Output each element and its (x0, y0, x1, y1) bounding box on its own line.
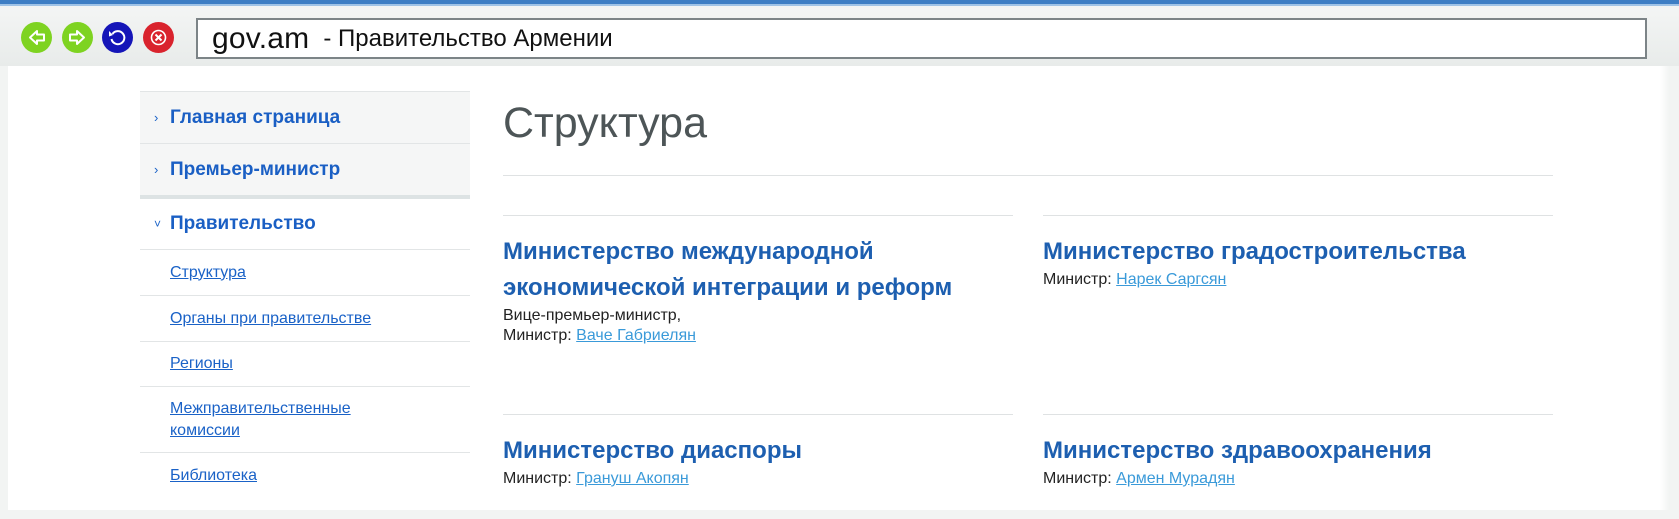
close-icon (150, 29, 167, 46)
minister-link[interactable]: Ваче Габриелян (576, 327, 696, 344)
page-title: Структура (503, 99, 707, 147)
ministry-title[interactable]: Министерство диаспоры (503, 433, 1013, 469)
ministry-minister: Министр: Грануш Акопян (503, 469, 1013, 489)
sidebar-item-prime-minister[interactable]: › Премьер-министр (140, 143, 470, 195)
reload-icon (109, 30, 126, 46)
sidebar-subitem-library: Библиотека (140, 452, 470, 498)
sidebar-sublink[interactable]: Структура (170, 262, 246, 284)
page-edge (1660, 66, 1670, 510)
ministry-card: Министерство здравоохранения Министр: Ар… (1043, 414, 1553, 489)
sidebar-sublink[interactable]: Регионы (170, 353, 233, 375)
minister-label: Министр: (503, 327, 572, 344)
chevron-right-icon: › (154, 162, 159, 177)
ministry-minister: Министр: Армен Мурадян (1043, 469, 1553, 489)
ministry-title[interactable]: Министерство международной экономической… (503, 234, 1013, 306)
title-divider (503, 175, 1553, 176)
chevron-down-icon: ˅ (154, 217, 162, 231)
page-viewport: › Главная страница › Премьер-министр ˅ П… (8, 66, 1670, 510)
browser-window: gov.am - Правительство Армении › Главная… (0, 0, 1679, 519)
minister-link[interactable]: Грануш Акопян (576, 470, 689, 487)
ministry-minister: Министр: Ваче Габриелян (503, 326, 1013, 346)
reload-button[interactable] (102, 22, 133, 53)
sidebar-subitem-bodies: Органы при правительстве (140, 295, 470, 341)
sidebar-item-government[interactable]: ˅ Правительство (140, 199, 470, 249)
main-content: Структура Министерство международной эко… (503, 91, 1553, 487)
sidebar-nav: › Главная страница › Премьер-министр ˅ П… (140, 91, 470, 498)
back-button[interactable] (21, 22, 52, 53)
sidebar-item-label: Главная страница (170, 106, 341, 128)
page-title-suffix: - Правительство Армении (323, 24, 613, 52)
address-bar[interactable]: gov.am - Правительство Армении (196, 18, 1647, 59)
sidebar-subitem-regions: Регионы (140, 341, 470, 386)
sidebar-subitem-structure: Структура (140, 249, 470, 295)
sidebar-subitem-commissions: Межправительственные комиссии (140, 386, 470, 452)
ministry-title[interactable]: Министерство здравоохранения (1043, 433, 1553, 469)
chevron-right-icon: › (154, 110, 159, 125)
minister-label: Министр: (1043, 470, 1112, 487)
ministry-minister: Министр: Нарек Саргсян (1043, 270, 1553, 290)
sidebar-sublink[interactable]: Органы при правительстве (170, 308, 371, 330)
stop-button[interactable] (143, 22, 174, 53)
forward-button[interactable] (62, 22, 93, 53)
sidebar-item-home[interactable]: › Главная страница (140, 91, 470, 143)
arrow-right-icon (69, 30, 85, 45)
address-domain: gov.am (212, 21, 310, 55)
ministry-card: Министерство градостроительства Министр:… (1043, 215, 1553, 290)
ministry-card: Министерство международной экономической… (503, 215, 1013, 346)
sidebar-menu-top: › Главная страница › Премьер-министр (140, 91, 470, 195)
minister-label: Министр: (1043, 271, 1112, 288)
browser-toolbar: gov.am - Правительство Армении (0, 8, 1679, 66)
sidebar-sublink[interactable]: Библиотека (170, 465, 257, 487)
ministry-role-prefix: Вице-премьер-министр, (503, 307, 682, 324)
minister-link[interactable]: Нарек Саргсян (1116, 271, 1226, 288)
sidebar-item-label: Правительство (170, 213, 316, 234)
ministry-title[interactable]: Министерство градостроительства (1043, 234, 1553, 270)
ministry-card: Министерство диаспоры Министр: Грануш Ак… (503, 414, 1013, 489)
sidebar-item-label: Премьер-министр (170, 158, 341, 180)
minister-link[interactable]: Армен Мурадян (1116, 470, 1235, 487)
sidebar-sublink[interactable]: Межправительственные комиссии (170, 398, 410, 442)
arrow-left-icon (29, 30, 45, 45)
minister-label: Министр: (503, 470, 572, 487)
